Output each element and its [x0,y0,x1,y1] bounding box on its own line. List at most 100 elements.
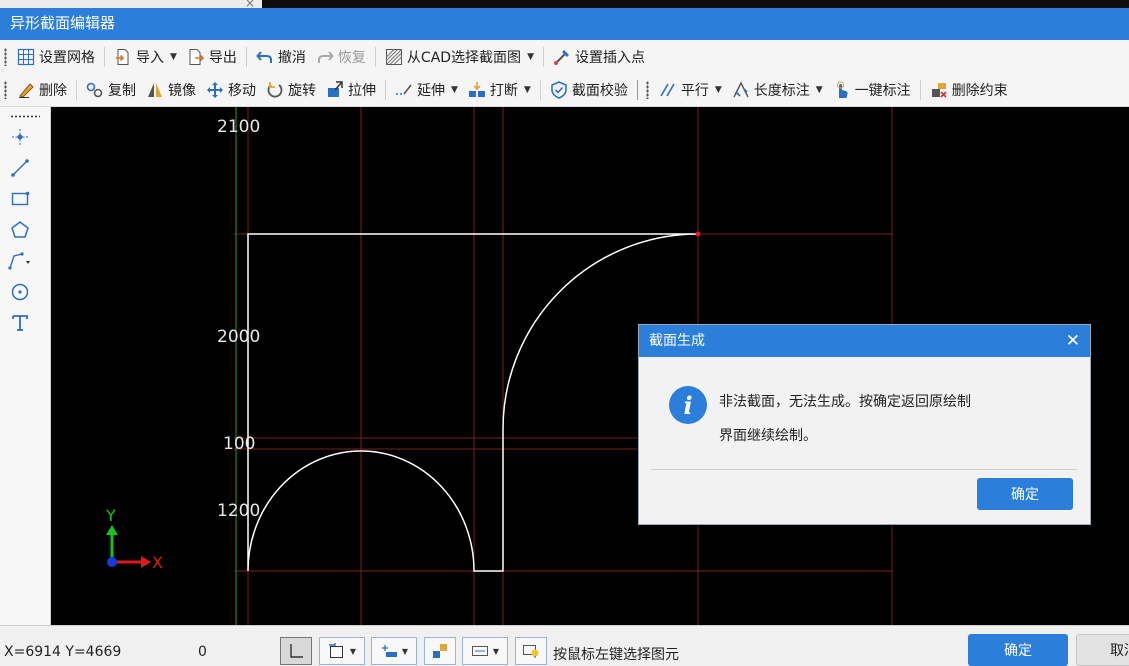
dialog-title: 截面生成 [649,333,705,349]
export-button[interactable]: 导出 [182,44,242,70]
length-dim-dropdown-icon[interactable]: ▼ [816,85,823,95]
from-cad-dropdown-icon[interactable]: ▼ [527,52,534,62]
break-icon [468,81,486,99]
rectangle-tool-icon[interactable] [6,186,34,212]
break-dropdown-icon[interactable]: ▼ [524,85,531,95]
circle-tool-icon[interactable] [6,279,34,305]
cad-hatch-icon [385,48,403,66]
dialog-message-line: 非法截面，无法生成。按确定返回原绘制 [719,394,971,410]
confirm-button[interactable]: 确定 [968,634,1068,666]
toolbar-grip[interactable] [645,80,649,99]
dropdown-icon[interactable]: ▼ [493,647,499,656]
stretch-icon [326,80,344,99]
toolbar-separator [76,79,77,100]
extend-dropdown-icon[interactable]: ▼ [451,85,458,95]
extend-button[interactable]: 延伸 ▼ [390,77,463,103]
section-generation-dialog: 截面生成 ✕ i 非法截面，无法生成。按确定返回原绘制 界面继续绘制。 确定 [638,324,1091,525]
toolbar-separator [104,46,105,67]
window-title: 异形截面编辑器 [10,14,116,32]
polygon-tool-icon[interactable] [6,217,34,243]
text-tool-icon[interactable] [6,310,34,336]
status-value: 0 [198,644,207,660]
x-axis-label: X [152,553,163,572]
toolbar-separator [636,79,638,100]
grid-icon [17,48,35,66]
toolbar-grip[interactable] [4,80,7,99]
dropdown-icon[interactable]: ▼ [350,647,356,656]
import-dropdown-icon[interactable]: ▼ [170,52,177,62]
mirror-button[interactable]: 镜像 [141,77,201,103]
parallel-dropdown-icon[interactable]: ▼ [715,85,722,95]
move-button[interactable]: 移动 [201,77,261,103]
one-key-dimension-button[interactable]: 一键标注 [828,77,916,103]
dim-label: 2100 [217,117,261,137]
close-icon[interactable]: ✕ [1066,325,1080,357]
status-hint: 按鼠标左键选择图元 [553,647,679,663]
cancel-label: 取消 [1110,643,1129,659]
window-titlebar: 异形截面编辑器 [0,8,1129,40]
snap-frame-toggle[interactable]: ▼ [319,637,365,665]
select-from-cad-button[interactable]: 从CAD选择截面图 ▼ [380,44,539,70]
hint-bulb-icon[interactable] [515,637,547,665]
ortho-toggle-icon[interactable] [280,637,312,665]
redo-button[interactable]: 恢复 [311,44,371,70]
parallel-button[interactable]: 平行 ▼ [654,77,727,103]
main-toolbar: 设置网格 导入 ▼ 导出 撤消 恢复 从CAD选择截面图 ▼ 设置插入点 [0,40,1129,74]
dialog-titlebar: 截面生成 ✕ [639,325,1090,357]
layer-toggle-icon[interactable] [424,637,456,665]
section-outline [247,233,699,572]
set-insert-point-button[interactable]: 设置插入点 [548,44,650,70]
insert-point-icon [553,48,571,66]
dialog-message-line: 界面继续绘制。 [719,428,817,444]
copy-button[interactable]: 复制 [81,77,141,103]
dialog-ok-button[interactable]: 确定 [977,478,1073,510]
dropdown-icon[interactable]: ▼ [402,647,408,656]
export-icon [187,48,205,66]
y-axis-label: Y [106,506,116,525]
snap-point-toggle[interactable]: ▼ [371,637,417,665]
toolbar-grip[interactable] [4,47,7,66]
info-icon: i [669,386,707,424]
cancel-button[interactable]: 取消 [1076,634,1129,666]
delete-constraint-button[interactable]: 删除约束 [925,77,1013,103]
length-dimension-button[interactable]: 长度标注 ▼ [727,77,828,103]
parallel-icon [659,81,677,99]
axis-origin [107,557,117,567]
redo-icon [316,48,334,66]
status-bar: X=6914 Y=4669 0 ▼ ▼ ▼ 按鼠标左键选择图元 确定 取消 [0,625,1129,666]
panel-grip[interactable] [10,115,40,118]
break-button[interactable]: 打断 ▼ [463,77,536,103]
axis-indicator [106,525,151,568]
snap-frame-icon [328,643,343,658]
eraser-icon [17,81,35,99]
section-path [247,233,699,572]
display-icon [471,646,488,656]
edit-toolbar: 删除 复制 镜像 移动 旋转 拉伸 延伸 ▼ 打断 ▼ 截面校验 平行 ▼ 长度… [0,73,1129,107]
extend-icon [395,81,413,99]
y-axis-arrowhead [106,525,118,535]
polyline-tool-icon[interactable] [6,248,34,274]
snap-point-icon [381,645,397,657]
line-tool-icon[interactable] [6,155,34,181]
toolbar-separator [385,79,386,100]
drawing-tools-panel [0,107,51,625]
hand-pointer-icon [833,81,851,99]
insert-point-marker [695,231,701,237]
section-check-button[interactable]: 截面校验 [545,77,633,103]
dialog-message: 非法截面，无法生成。按确定返回原绘制 界面继续绘制。 [719,385,1069,453]
length-dimension-icon [732,80,750,99]
import-button[interactable]: 导入 ▼ [109,44,182,70]
delete-button[interactable]: 删除 [12,77,72,103]
toolbar-separator [539,79,541,100]
set-grid-button[interactable]: 设置网格 [12,44,100,70]
import-icon [114,48,132,66]
undo-button[interactable]: 撤消 [251,44,311,70]
mirror-icon [146,81,164,99]
rotate-button[interactable]: 旋转 [261,77,321,103]
point-tool-icon[interactable] [6,124,34,150]
stretch-button[interactable]: 拉伸 [321,77,381,103]
move-icon [206,81,224,99]
dim-label: 1200 [217,501,261,521]
delete-constraint-icon [930,81,948,99]
display-toggle[interactable]: ▼ [462,637,508,665]
